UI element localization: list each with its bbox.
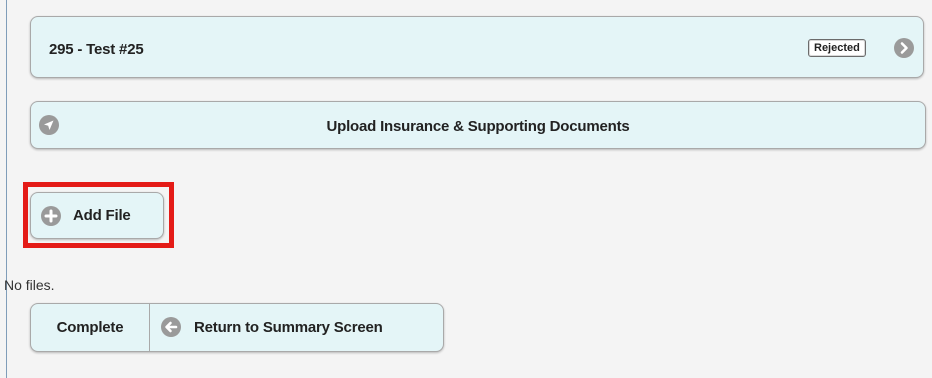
- return-to-summary-button[interactable]: Return to Summary Screen: [150, 304, 443, 351]
- record-title: 295 - Test #25: [49, 41, 144, 58]
- upload-section-header: Upload Insurance & Supporting Documents: [30, 101, 926, 149]
- chevron-right-icon[interactable]: [894, 38, 914, 58]
- action-button-group: Complete Return to Summary Screen: [30, 303, 444, 352]
- return-label: Return to Summary Screen: [194, 319, 383, 336]
- status-badge: Rejected: [808, 39, 866, 57]
- upload-section-title: Upload Insurance & Supporting Documents: [326, 118, 630, 135]
- add-file-button[interactable]: Add File: [30, 192, 164, 239]
- plus-icon: [41, 206, 61, 226]
- upload-documents-page: { "record": { "title": "295 - Test #25",…: [0, 0, 932, 378]
- frame-left-border: [6, 0, 7, 378]
- record-header[interactable]: 295 - Test #25 Rejected: [30, 16, 924, 78]
- arrow-left-icon: [161, 317, 181, 337]
- add-file-label: Add File: [73, 207, 131, 224]
- no-files-message: No files.: [4, 277, 55, 293]
- complete-label: Complete: [56, 319, 124, 336]
- complete-button[interactable]: Complete: [31, 304, 150, 351]
